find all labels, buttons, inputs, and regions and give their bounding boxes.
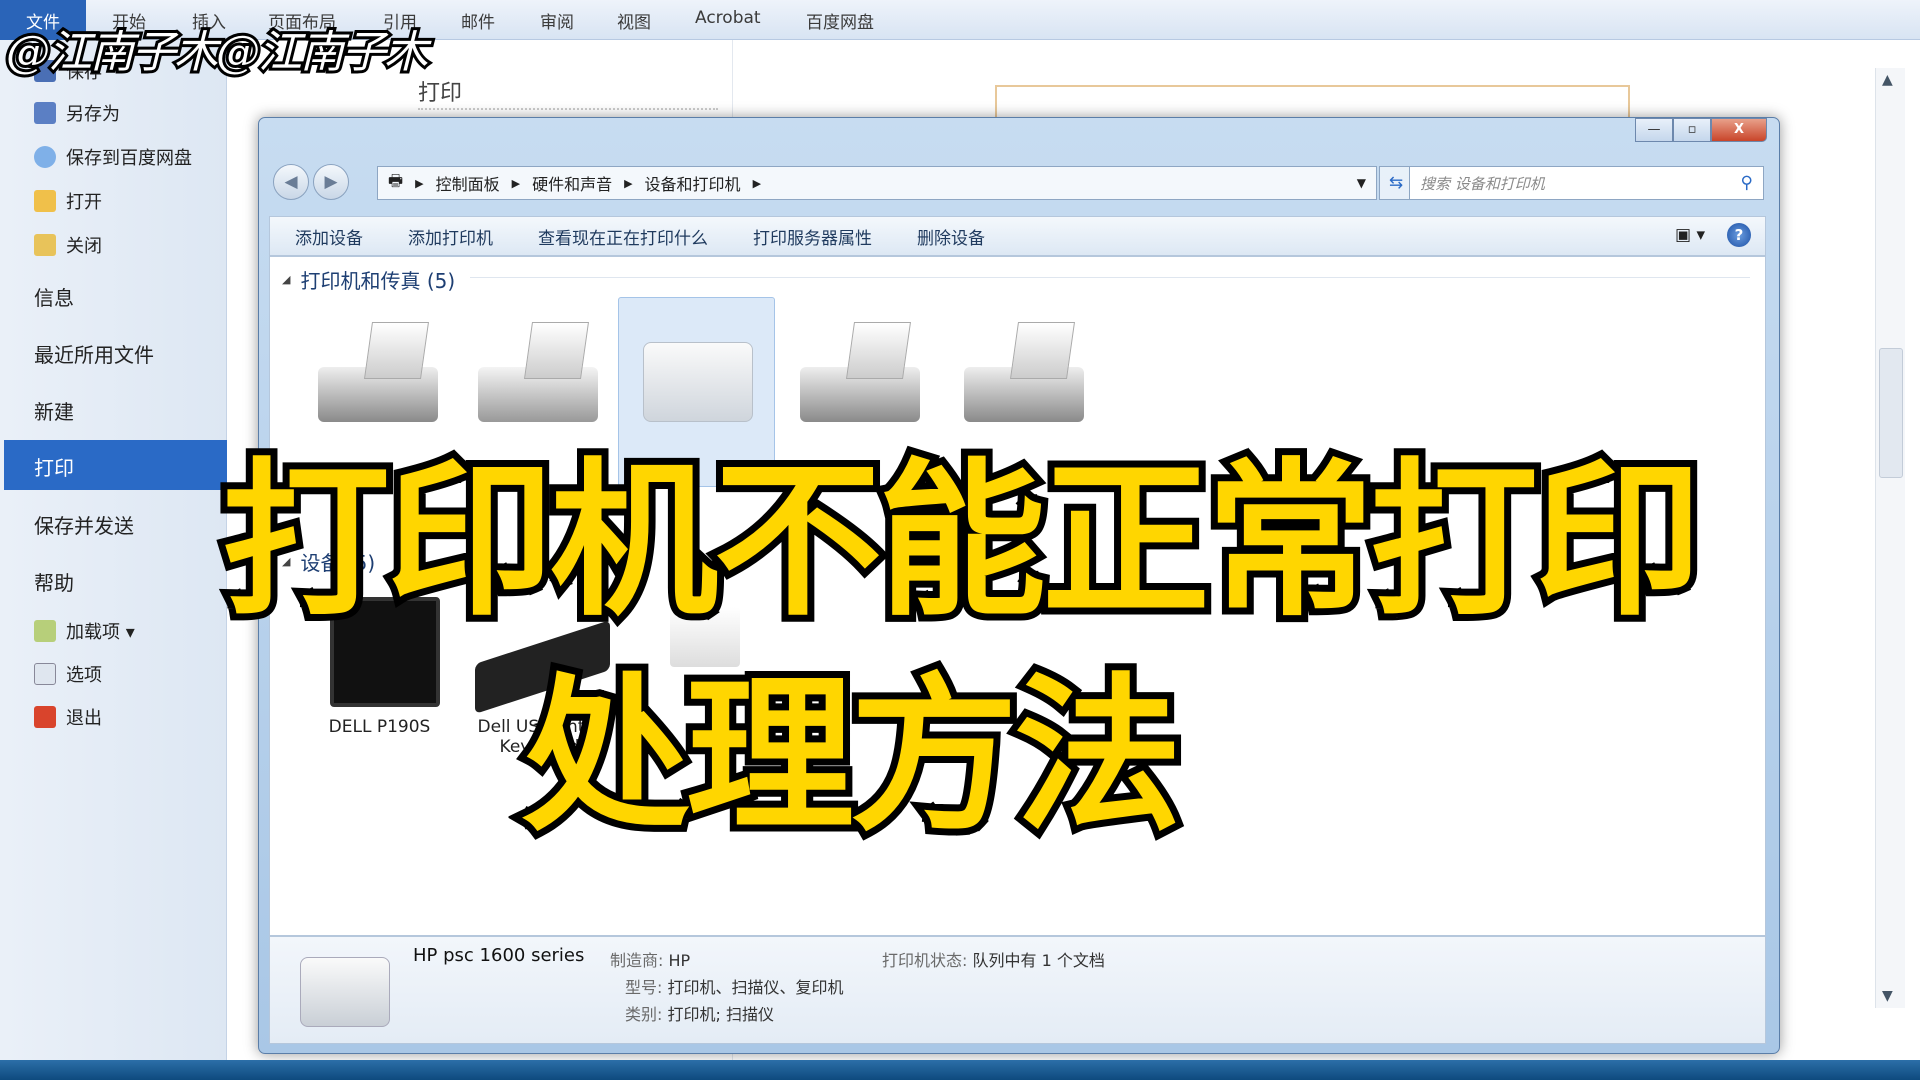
taskbar xyxy=(0,1060,1920,1080)
sidebar-item-save-as[interactable]: 另存为 xyxy=(34,100,120,126)
control-panel-icon: 🖶 xyxy=(388,170,404,190)
view-options-icon[interactable]: ▣ ▾ xyxy=(1675,225,1705,245)
device-name: HP psc 1600 series xyxy=(413,945,585,966)
maximize-button[interactable]: ▫ xyxy=(1673,118,1711,142)
breadcrumb-hardware[interactable]: 硬件和声音 xyxy=(532,171,612,195)
tab-mailings[interactable]: 邮件 xyxy=(461,8,495,33)
sidebar-item-label: 最近所用文件 xyxy=(34,343,154,367)
forward-button[interactable]: ▶ xyxy=(313,164,349,200)
window-controls: — ▫ X xyxy=(1635,118,1767,142)
field-value: 队列中有 1 个文档 xyxy=(972,951,1105,970)
breadcrumb-separator: ▶ xyxy=(624,176,633,190)
tab-view[interactable]: 视图 xyxy=(617,8,651,33)
collapse-icon[interactable]: ◢ xyxy=(282,273,290,286)
breadcrumb-separator: ▶ xyxy=(511,176,521,190)
minimize-button[interactable]: — xyxy=(1635,118,1673,142)
remove-device-button[interactable]: 删除设备 xyxy=(917,224,985,249)
field-label: 制造商: xyxy=(610,951,664,970)
refresh-button[interactable]: ⇆ xyxy=(1379,166,1413,200)
see-whats-printing-button[interactable]: 查看现在正在打印什么 xyxy=(538,224,708,249)
folder-open-icon xyxy=(34,190,56,212)
command-bar: 添加设备 添加打印机 查看现在正在打印什么 打印服务器属性 删除设备 ▣ ▾ ? xyxy=(269,216,1766,256)
sidebar-item-label: 保存到百度网盘 xyxy=(66,148,192,169)
group-label: 打印机和传真 (5) xyxy=(300,269,456,293)
print-server-properties-button[interactable]: 打印服务器属性 xyxy=(753,224,872,249)
add-device-button[interactable]: 添加设备 xyxy=(295,224,363,249)
printer-icon xyxy=(300,957,390,1027)
sidebar-item-close[interactable]: 关闭 xyxy=(34,232,102,258)
search-icon[interactable]: ⚲ xyxy=(1741,173,1753,193)
scroll-up-icon[interactable]: ▲ xyxy=(1882,72,1893,88)
breadcrumb-devices[interactable]: 设备和打印机 xyxy=(645,171,741,195)
breadcrumb-separator: ▶ xyxy=(415,176,424,190)
status-row: 打印机状态: 队列中有 1 个文档 xyxy=(882,947,1105,971)
watermark: @江南子木@江南子木 xyxy=(3,24,431,81)
nav-buttons: ◀ ▶ xyxy=(273,164,349,200)
save-as-icon xyxy=(34,102,56,124)
sidebar-item-recent[interactable]: 最近所用文件 xyxy=(34,339,154,368)
field-label: 类别: xyxy=(625,1005,663,1024)
divider xyxy=(470,277,1750,278)
address-dropdown-icon[interactable]: ▼ xyxy=(1357,176,1366,190)
details-pane: HP psc 1600 series 制造商: HP 型号: 打印机、扫描仪、复… xyxy=(269,936,1766,1044)
search-placeholder: 搜索 设备和打印机 xyxy=(1420,174,1545,193)
sidebar-item-label: 信息 xyxy=(34,286,74,310)
address-bar[interactable]: 🖶 ▶ 控制面板 ▶ 硬件和声音 ▶ 设备和打印机 ▶ ▼ xyxy=(377,166,1377,200)
divider xyxy=(418,108,718,110)
add-printer-button[interactable]: 添加打印机 xyxy=(408,224,493,249)
sidebar-item-label: 关闭 xyxy=(66,236,102,257)
folder-close-icon xyxy=(34,234,56,256)
sidebar-item-open[interactable]: 打开 xyxy=(34,188,102,214)
tab-baidu[interactable]: 百度网盘 xyxy=(806,8,874,33)
help-icon[interactable]: ? xyxy=(1727,223,1751,247)
field-label: 型号: xyxy=(625,978,663,997)
sidebar-item-info[interactable]: 信息 xyxy=(34,282,74,311)
breadcrumb-separator: ▶ xyxy=(752,176,762,190)
field-value: 打印机; 扫描仪 xyxy=(667,1005,774,1024)
field-label: 打印机状态: xyxy=(882,951,968,970)
sidebar-item-save-baidu[interactable]: 保存到百度网盘 xyxy=(34,144,192,170)
scroll-down-icon[interactable]: ▼ xyxy=(1882,988,1893,1004)
cloud-icon xyxy=(34,146,56,168)
category-row: 类别: 打印机; 扫描仪 xyxy=(625,1001,774,1025)
tab-acrobat[interactable]: Acrobat xyxy=(695,8,761,28)
manufacturer-row: 制造商: HP xyxy=(610,947,690,971)
tab-review[interactable]: 审阅 xyxy=(540,8,574,33)
back-button[interactable]: ◀ xyxy=(273,164,309,200)
search-input[interactable]: 搜索 设备和打印机 ⚲ xyxy=(1409,166,1764,200)
breadcrumb-control-panel[interactable]: 控制面板 xyxy=(436,171,500,195)
field-value: HP xyxy=(668,951,691,970)
model-row: 型号: 打印机、扫描仪、复印机 xyxy=(625,974,844,998)
sidebar-item-label: 打开 xyxy=(66,192,102,213)
printers-group-header[interactable]: ◢ 打印机和传真 (5) xyxy=(282,265,455,294)
overlay-title-line1: 打印机不能正常打印 xyxy=(215,436,1709,646)
sidebar-item-label: 另存为 xyxy=(66,104,120,125)
field-value: 打印机、扫描仪、复印机 xyxy=(667,978,844,997)
close-button[interactable]: X xyxy=(1711,118,1767,142)
overlay-title-line2: 处理方法 xyxy=(515,651,1189,861)
